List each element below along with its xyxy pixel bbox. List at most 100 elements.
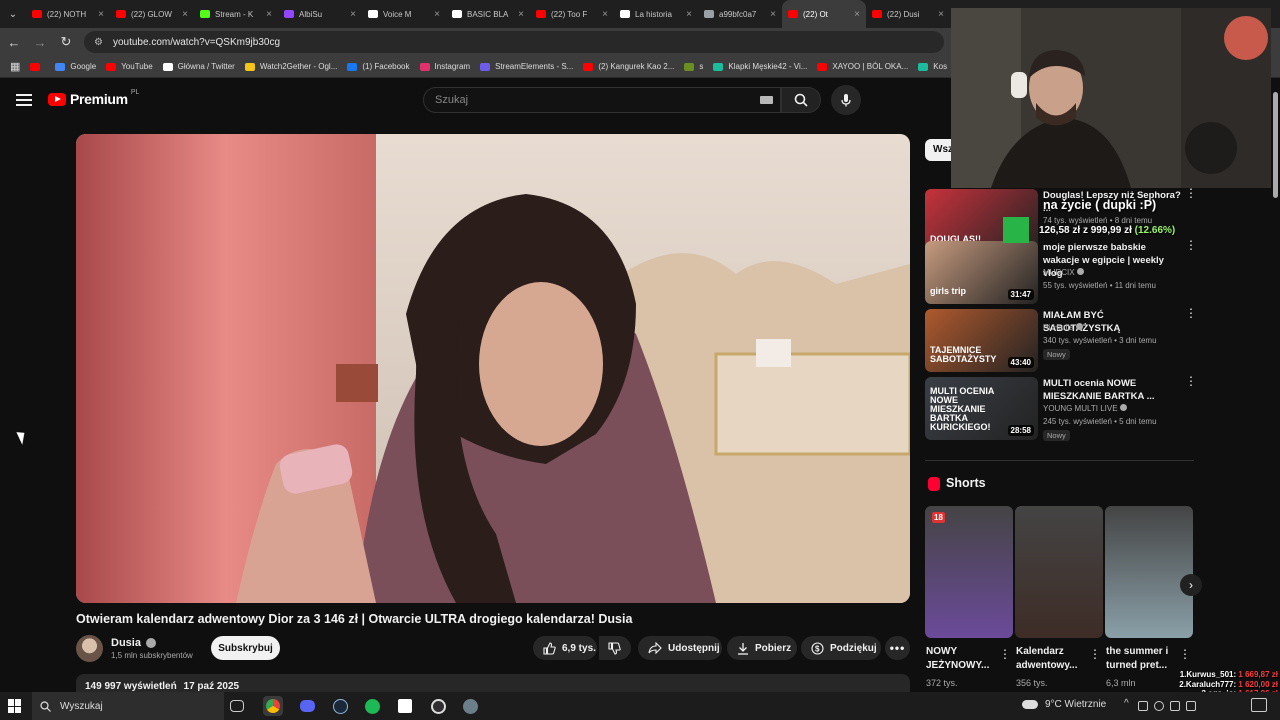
video-thumbnail[interactable]: girls trip 31:47 [925,241,1038,304]
close-tab-icon[interactable]: × [602,9,608,20]
forward-arrow-icon[interactable]: → [28,30,52,54]
reload-icon[interactable]: ↻ [54,30,78,54]
more-options-icon[interactable]: ⋮ [1185,239,1197,251]
more-options-icon[interactable]: ⋮ [1185,375,1197,387]
bookmark-item[interactable]: (1) Facebook [347,62,410,71]
browser-tab[interactable]: Voice M × [362,0,446,28]
bookmark-item[interactable]: Główna / Twitter [162,62,235,71]
browser-tab[interactable]: AlbiSu × [278,0,362,28]
site-info-icon[interactable]: ⚙ [94,37,103,48]
share-button[interactable]: Udostępnij [638,636,722,660]
keyboard-icon[interactable] [760,96,773,104]
browser-tab[interactable]: (22) Ot × [782,0,866,28]
video-thumbnail[interactable]: MULTI OCENIA NOWE MIESZKANIE BARTKA KURI… [925,377,1038,440]
shorts-next-chevron-icon[interactable]: › [1180,574,1202,596]
bookmark-label: Google [70,62,97,71]
thanks-button[interactable]: $ Podziękuj [801,636,881,660]
chrome-taskbar-icon[interactable] [263,696,283,716]
network-icon[interactable] [1154,701,1164,711]
recommended-video[interactable]: TAJEMNICE SABOTAŻYSTY43:40MIAŁAM BYĆ SAB… [925,307,1197,372]
close-tab-icon[interactable]: × [770,9,776,20]
browser-tab[interactable]: a99bfc0a7 × [698,0,782,28]
bookmark-item[interactable]: StreamElements - S... [480,62,573,71]
tray-app-icon[interactable] [1138,701,1148,711]
close-tab-icon[interactable]: × [518,9,524,20]
browser-tab[interactable]: (22) Dusi × [866,0,950,28]
short-thumbnail[interactable] [1105,506,1193,638]
voice-search-button[interactable] [831,85,861,115]
discord-taskbar-icon[interactable] [297,696,317,716]
address-bar[interactable]: ⚙ youtube.com/watch?v=QSKm9jb30cg [84,31,944,53]
more-options-icon[interactable]: ⋮ [1185,187,1197,199]
windows-start-icon[interactable] [8,699,22,713]
obs-taskbar-icon[interactable] [428,696,448,716]
steam-taskbar-icon[interactable] [330,696,350,716]
more-options-icon[interactable]: ⋮ [1185,307,1197,319]
more-actions-icon[interactable]: ••• [885,636,910,660]
browser-tab[interactable]: La historia × [614,0,698,28]
subscribe-button[interactable]: Subskrybuj [211,636,280,660]
bookmark-item[interactable]: (2) Kangurek Kao 2... [583,62,674,71]
short-thumbnail[interactable] [1015,506,1103,638]
shorts-icon [928,477,940,491]
notifications-icon[interactable] [1251,698,1267,712]
bookmark-item[interactable]: YouTube [106,62,153,71]
taskbar-search-input[interactable]: Wyszukaj [32,692,224,720]
close-tab-icon[interactable]: × [266,9,272,20]
bookmark-item[interactable] [30,62,45,71]
bookmark-item[interactable]: Klapki Męskie42 - Vi... [713,62,807,71]
browser-tab[interactable]: Stream - K × [194,0,278,28]
search-button[interactable] [781,87,821,113]
close-tab-icon[interactable]: × [686,9,692,20]
app-taskbar-icon[interactable] [395,696,415,716]
recommended-video[interactable]: MULTI OCENIA NOWE MIESZKANIE BARTKA KURI… [925,375,1197,441]
bookmark-item[interactable]: Watch2Gether - Ogl... [244,62,337,71]
browser-tab[interactable]: (22) NOTH × [26,0,110,28]
channel-name[interactable]: Dusia [111,637,156,649]
cloud-icon [1022,700,1038,709]
tool-taskbar-icon[interactable] [460,696,480,716]
bookmark-item[interactable]: s [684,62,703,71]
spotify-taskbar-icon[interactable] [362,696,382,716]
search-input[interactable]: Szukaj [423,87,781,113]
close-tab-icon[interactable]: × [182,9,188,20]
download-button[interactable]: Pobierz [727,636,797,660]
bookmark-item[interactable]: Google [55,62,96,71]
volume-icon[interactable] [1170,701,1180,711]
tab-search-chevron-icon[interactable]: ⌄ [0,0,26,28]
task-view-icon[interactable] [230,700,244,712]
like-button[interactable]: 6,9 tys. [533,636,597,660]
short-more-options-icon[interactable]: ⋮ [1179,647,1191,661]
dislike-button[interactable] [599,636,631,660]
tab-title: (22) Ot [803,9,828,19]
close-tab-icon[interactable]: × [98,9,104,20]
browser-tab[interactable]: (22) Too F × [530,0,614,28]
thumbs-up-icon [543,641,556,655]
youtube-premium-logo[interactable]: Premium PL [48,89,139,107]
leaderboard-entry: 2.Karaluch777: 1 620,00 zł [1150,680,1278,690]
video-player[interactable] [76,134,910,603]
scrollbar-thumb[interactable] [1273,92,1278,198]
short-thumbnail[interactable]: 18 [925,506,1013,638]
short-more-options-icon[interactable]: ⋮ [1089,647,1101,661]
close-tab-icon[interactable]: × [434,9,440,20]
bookmark-item[interactable]: Kos [918,62,947,71]
back-arrow-icon[interactable]: ← [2,30,26,54]
bookmark-item[interactable]: Instagram [419,62,470,71]
close-tab-icon[interactable]: × [854,9,860,20]
short-more-options-icon[interactable]: ⋮ [999,647,1011,661]
video-thumbnail[interactable]: TAJEMNICE SABOTAŻYSTY 43:40 [925,309,1038,372]
battery-icon[interactable] [1186,701,1196,711]
bookmark-item[interactable]: XAYOO | BÓL OKA... [817,62,908,71]
recommended-views: 245 tys. wyświetleń • 5 dni temu [1043,417,1157,426]
close-tab-icon[interactable]: × [350,9,356,20]
weather-widget[interactable]: 9°C Wietrznie [1022,699,1106,710]
browser-tab[interactable]: (22) GLOW × [110,0,194,28]
close-tab-icon[interactable]: × [938,9,944,20]
tray-overflow-chevron-icon[interactable]: ^ [1124,698,1129,709]
recommended-video[interactable]: girls trip 31:47 moje pierwsze babskie wak… [925,239,1197,304]
apps-grid-icon[interactable]: ▦ [10,60,20,73]
browser-tab[interactable]: BASIC BLA × [446,0,530,28]
hamburger-menu-icon[interactable] [14,90,34,110]
channel-avatar[interactable] [76,635,103,662]
